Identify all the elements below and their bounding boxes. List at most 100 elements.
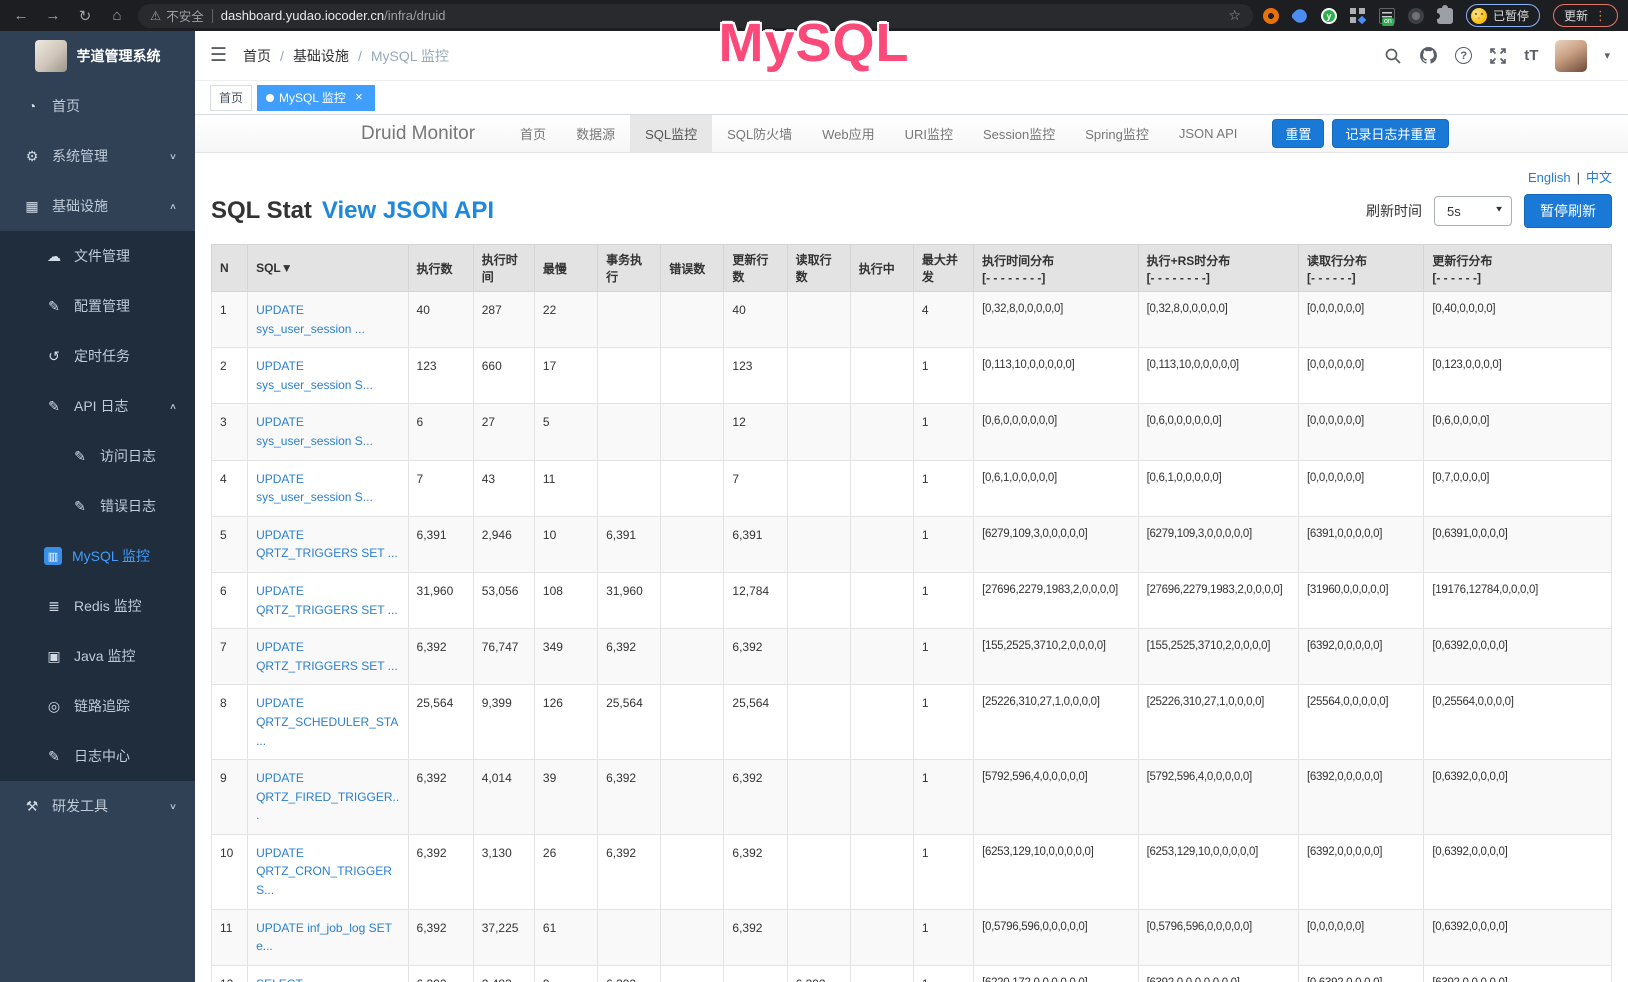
bookmark-star-icon[interactable]: ☆ xyxy=(1228,7,1241,24)
home-icon[interactable]: ⌂ xyxy=(106,7,128,24)
sidebar-item-job[interactable]: ↺定时任务 xyxy=(0,331,195,381)
address-bar[interactable]: ⚠ 不安全 dashboard.yudao.iocoder.cn/infra/d… xyxy=(138,4,1253,28)
sidebar-item-java[interactable]: ▣Java 监控 xyxy=(0,631,195,681)
extension-orange-icon[interactable] xyxy=(1263,8,1279,24)
column-header[interactable]: 执行中 xyxy=(850,245,913,292)
sql-cell: UPDATE QRTZ_TRIGGERS SET ... xyxy=(248,516,408,572)
extension-list-on-icon[interactable] xyxy=(1379,8,1395,24)
pause-refresh-button[interactable]: 暂停刷新 xyxy=(1524,194,1612,228)
column-header[interactable]: 最慢 xyxy=(534,245,597,292)
table-cell xyxy=(850,404,913,460)
url-text[interactable]: dashboard.yudao.iocoder.cn/infra/druid xyxy=(221,8,446,23)
extension-camera-icon[interactable] xyxy=(1408,8,1424,24)
druid-tab[interactable]: Session监控 xyxy=(968,115,1070,152)
druid-tab[interactable]: Spring监控 xyxy=(1070,115,1164,152)
extensions-puzzle-icon[interactable] xyxy=(1437,8,1453,24)
sidebar-item-config[interactable]: ✎配置管理 xyxy=(0,281,195,331)
back-icon[interactable]: ← xyxy=(10,7,32,24)
column-header-label: 错误数 xyxy=(669,260,715,277)
sidebar-item-file[interactable]: ☁文件管理 xyxy=(0,231,195,281)
breadcrumb-item[interactable]: 基础设施 xyxy=(293,46,349,66)
column-header[interactable]: 更新行数 xyxy=(724,245,787,292)
reload-icon[interactable]: ↻ xyxy=(74,7,96,25)
lang-link[interactable]: 中文 xyxy=(1586,170,1612,185)
github-icon[interactable] xyxy=(1419,46,1438,65)
sidebar-item-devtools[interactable]: ⚒研发工具∨ xyxy=(0,781,195,831)
fullscreen-icon[interactable] xyxy=(1489,47,1507,65)
extension-blocks-icon[interactable] xyxy=(1350,8,1366,24)
browser-update-button[interactable]: 更新 ⋮ xyxy=(1553,4,1618,27)
sql-link[interactable]: UPDATE sys_user_session S... xyxy=(256,472,373,505)
app-logo[interactable]: 芋道管理系统 xyxy=(0,31,195,81)
column-header[interactable]: 错误数 xyxy=(661,245,724,292)
column-header[interactable]: 更新行分布[- - - - - -] xyxy=(1424,245,1612,292)
column-header[interactable]: 执行时间分布[- - - - - - - -] xyxy=(974,245,1138,292)
sql-link[interactable]: UPDATE QRTZ_TRIGGERS SET ... xyxy=(256,528,398,561)
lang-link[interactable]: English xyxy=(1528,170,1571,185)
column-header[interactable]: 读取行数 xyxy=(787,245,850,292)
sidebar-item-mysql[interactable]: ▥MySQL 监控 xyxy=(0,531,195,581)
column-header[interactable]: 执行时间 xyxy=(473,245,534,292)
sidebar-item-trace[interactable]: ◎链路追踪 xyxy=(0,681,195,731)
sql-link[interactable]: SELECT TRIGGER_STATE xyxy=(256,977,354,982)
search-icon[interactable] xyxy=(1384,47,1402,65)
sql-link[interactable]: UPDATE QRTZ_SCHEDULER_STA... xyxy=(256,696,398,747)
druid-tab[interactable]: Web应用 xyxy=(807,115,890,152)
sidebar-item-system[interactable]: ⚙系统管理∨ xyxy=(0,131,195,181)
sql-link[interactable]: UPDATE QRTZ_TRIGGERS SET ... xyxy=(256,584,398,617)
sidebar-item-log-center[interactable]: ✎日志中心 xyxy=(0,731,195,781)
table-cell: [6392,0,0,0,0,0] xyxy=(1299,760,1424,835)
reset-button[interactable]: 重置 xyxy=(1272,119,1324,148)
sql-link[interactable]: UPDATE sys_user_session S... xyxy=(256,359,373,392)
druid-tab[interactable]: URI监控 xyxy=(890,115,968,152)
font-size-icon[interactable]: tT xyxy=(1524,47,1538,64)
view-json-api-link[interactable]: View JSON API xyxy=(322,197,494,225)
hamburger-icon[interactable]: ☰ xyxy=(210,44,227,67)
sql-link[interactable]: UPDATE QRTZ_TRIGGERS SET ... xyxy=(256,640,398,673)
column-header[interactable]: 事务执行 xyxy=(598,245,661,292)
druid-tab[interactable]: 数据源 xyxy=(561,115,630,152)
sidebar-item-label: API 日志 xyxy=(74,396,128,416)
user-avatar[interactable] xyxy=(1555,40,1587,72)
column-header[interactable]: 执行+RS时分布[- - - - - - - -] xyxy=(1138,245,1298,292)
sql-link[interactable]: UPDATE QRTZ_FIRED_TRIGGER... xyxy=(256,771,399,822)
emoji-face-icon xyxy=(1471,8,1487,24)
browser-menu-icon[interactable]: ⋮ xyxy=(1594,8,1607,24)
druid-tab[interactable]: 首页 xyxy=(505,115,561,152)
table-cell: [6220,172,0,0,0,0,0,0] xyxy=(974,965,1138,982)
breadcrumb-item[interactable]: 首页 xyxy=(243,46,271,66)
forward-icon[interactable]: → xyxy=(42,7,64,24)
help-icon[interactable]: ? xyxy=(1455,47,1472,64)
sidebar-item-home[interactable]: ◔首页 xyxy=(0,81,195,131)
sidebar-item-infra[interactable]: ▦基础设施∧ xyxy=(0,181,195,231)
column-header[interactable]: 执行数 xyxy=(408,245,473,292)
close-icon[interactable]: × xyxy=(352,91,366,105)
extension-drop-icon[interactable] xyxy=(1290,6,1309,25)
tag-active[interactable]: MySQL 监控× xyxy=(257,85,375,111)
sql-link[interactable]: UPDATE inf_job_log SET e... xyxy=(256,921,392,954)
druid-tab[interactable]: SQL监控 xyxy=(630,115,712,152)
druid-brand[interactable]: Druid Monitor xyxy=(345,115,491,152)
sql-link[interactable]: UPDATE QRTZ_CRON_TRIGGERS... xyxy=(256,846,392,897)
column-header[interactable]: N xyxy=(212,245,248,292)
tag-item[interactable]: 首页 xyxy=(210,85,252,111)
sql-link[interactable]: UPDATE sys_user_session ... xyxy=(256,303,365,336)
sidebar-item-api-log[interactable]: ✎API 日志∧ xyxy=(0,381,195,431)
column-header[interactable]: SQL▼ xyxy=(248,245,408,292)
column-header[interactable]: 读取行分布[- - - - - -] xyxy=(1299,245,1424,292)
column-header[interactable]: 最大并发 xyxy=(913,245,973,292)
chevron-down-icon[interactable]: ▾ xyxy=(1604,49,1610,62)
druid-tab[interactable]: JSON API xyxy=(1164,115,1253,152)
not-secure-warning[interactable]: ⚠ 不安全 xyxy=(150,6,204,25)
sidebar-item-error-log[interactable]: ✎错误日志 xyxy=(0,481,195,531)
druid-tab[interactable]: SQL防火墙 xyxy=(712,115,807,152)
extension-green-y-icon[interactable] xyxy=(1321,8,1337,24)
table-cell xyxy=(787,292,850,348)
paused-extension-pill[interactable]: 已暂停 xyxy=(1466,4,1540,27)
sidebar-item-access-log[interactable]: ✎访问日志 xyxy=(0,431,195,481)
table-cell xyxy=(850,629,913,685)
refresh-interval-select[interactable]: 5s xyxy=(1434,196,1512,226)
sql-link[interactable]: UPDATE sys_user_session S... xyxy=(256,415,373,448)
log-and-reset-button[interactable]: 记录日志并重置 xyxy=(1332,119,1449,148)
sidebar-item-redis[interactable]: ≣Redis 监控 xyxy=(0,581,195,631)
